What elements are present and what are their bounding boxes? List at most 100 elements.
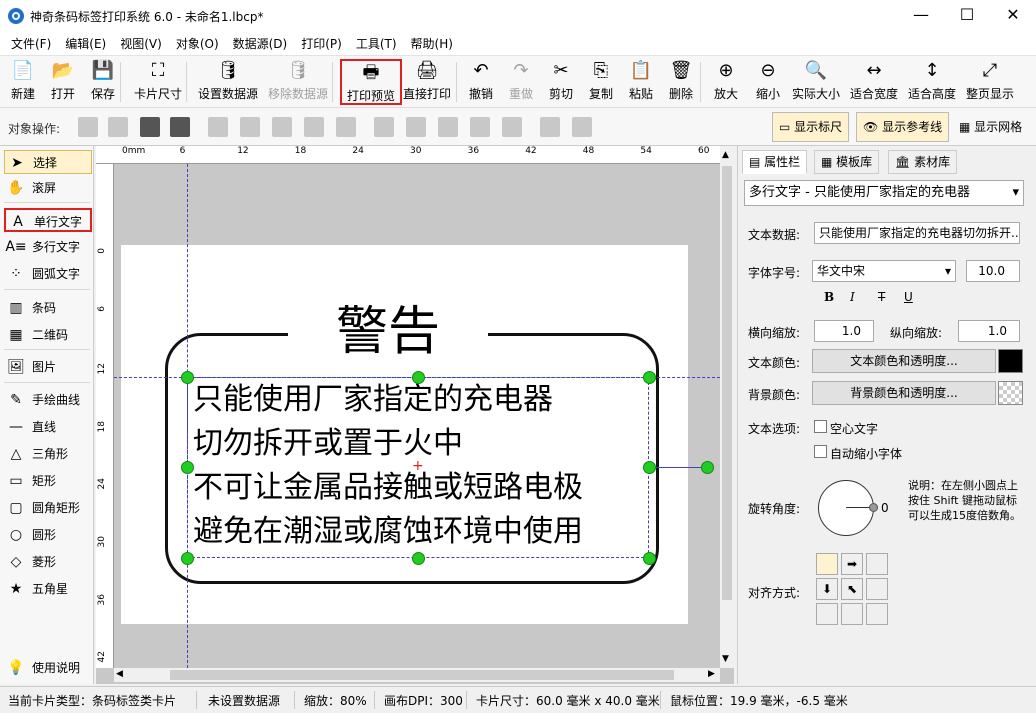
hscale-stepper[interactable]: 1.0 — [814, 320, 874, 342]
show-grid-toggle[interactable]: ▦ 显示网格 — [952, 112, 1029, 142]
align-top-icon[interactable] — [374, 117, 394, 137]
bg-color-button[interactable]: 背景颜色和透明度... — [812, 381, 996, 405]
open-button[interactable]: 📂 打开 — [46, 59, 80, 105]
paste-button[interactable]: 📋 粘贴 — [624, 59, 658, 105]
distribute-h-icon[interactable] — [304, 117, 324, 137]
align-left-icon[interactable] — [208, 117, 228, 137]
tool-line[interactable]: — 直线 — [4, 415, 92, 439]
tool-hand[interactable]: ✋ 滚屏 — [4, 176, 92, 200]
tool-pen[interactable]: ✎ 手绘曲线 — [4, 388, 92, 412]
actual-size-button[interactable]: 🔍 实际大小 — [788, 59, 844, 105]
text-color-swatch[interactable] — [998, 349, 1023, 373]
show-guides-toggle[interactable]: 👁 显示参考线 — [856, 112, 950, 142]
menu-view[interactable]: 视图(V) — [113, 32, 169, 55]
scroll-left-icon[interactable]: ◀ — [116, 669, 123, 679]
group-icon[interactable] — [540, 117, 560, 137]
distribute-spacing-icon[interactable] — [336, 117, 356, 137]
center-vertical-icon[interactable] — [502, 117, 522, 137]
tool-multi-line-text[interactable]: A≡ 多行文字 — [4, 235, 92, 259]
layer-bottom-icon[interactable] — [170, 117, 190, 137]
tool-image[interactable]: 🖼 图片 — [4, 355, 92, 379]
align-bottom-right[interactable] — [866, 603, 888, 625]
scroll-up-icon[interactable]: ▲ — [722, 150, 729, 160]
resize-handle-n[interactable] — [412, 371, 425, 384]
italic-button[interactable]: I — [850, 290, 855, 304]
tool-rounded-rectangle[interactable]: ▢ 圆角矩形 — [4, 496, 92, 520]
text-color-button[interactable]: 文本颜色和透明度... — [812, 349, 996, 373]
align-top-center[interactable]: ➡ — [841, 553, 863, 575]
delete-button[interactable]: 🗑 删除 — [664, 59, 698, 105]
tool-lightbulb[interactable]: 💡 使用说明 — [4, 656, 92, 680]
show-ruler-toggle[interactable]: ▭ 显示标尺 — [772, 112, 850, 142]
fit-height-button[interactable]: ↕ 适合高度 — [904, 59, 960, 105]
menu-edit[interactable]: 编辑(E) — [58, 32, 113, 55]
align-bottom-left[interactable] — [816, 603, 838, 625]
copy-button[interactable]: ⎘ 复制 — [584, 59, 618, 105]
database-button[interactable]: 🛢 设置数据源 — [194, 59, 262, 105]
scroll-down-icon[interactable]: ▼ — [722, 654, 729, 664]
resize-handle-nw[interactable] — [181, 371, 194, 384]
maximize-button[interactable]: ☐ — [944, 0, 990, 32]
layer-forward-icon[interactable] — [78, 117, 98, 137]
align-bottom-center[interactable] — [841, 603, 863, 625]
warning-title-text[interactable]: 警告 — [288, 300, 488, 364]
font-family-select[interactable]: 华文中宋 ▾ — [812, 260, 956, 282]
underline-button[interactable]: U — [904, 290, 913, 304]
vertical-scroll-thumb[interactable] — [722, 166, 732, 600]
tool-triangle[interactable]: △ 三角形 — [4, 442, 92, 466]
tool-rectangle[interactable]: ▭ 矩形 — [4, 469, 92, 493]
menu-print[interactable]: 打印(P) — [294, 32, 349, 55]
menu-tools[interactable]: 工具(T) — [349, 32, 404, 55]
resize-handle-e[interactable] — [643, 461, 656, 474]
rotation-handle[interactable] — [701, 461, 714, 474]
menu-datasource[interactable]: 数据源(D) — [226, 32, 295, 55]
tool-star[interactable]: ★ 五角星 — [4, 577, 92, 601]
bg-color-swatch[interactable] — [998, 381, 1023, 405]
align-middle-right[interactable] — [866, 578, 888, 600]
align-middle-center[interactable]: ⬉ — [841, 578, 863, 600]
vscale-stepper[interactable]: 1.0 — [958, 320, 1020, 342]
tab-properties[interactable]: ▤ 属性栏 — [742, 150, 808, 174]
menu-object[interactable]: 对象(O) — [169, 32, 226, 55]
align-bottom-icon[interactable] — [438, 117, 458, 137]
new-file-button[interactable]: 📄 新建 — [6, 59, 40, 105]
tool-barcode[interactable]: ▥ 条码 — [4, 296, 92, 320]
bold-button[interactable]: B — [824, 290, 834, 304]
resize-handle-s[interactable] — [412, 552, 425, 565]
hollow-text-checkbox[interactable] — [814, 420, 827, 433]
rotation-knob[interactable] — [869, 503, 878, 512]
scroll-right-icon[interactable]: ▶ — [708, 669, 715, 679]
tab-assets[interactable]: 🏛 素材库 — [888, 150, 958, 174]
undo-button[interactable]: ↶ 撤销 — [464, 59, 498, 105]
minimize-button[interactable]: — — [898, 0, 944, 32]
fit-page-button[interactable]: ⤢ 整页显示 — [962, 59, 1018, 105]
tool-circle[interactable]: ○ 圆形 — [4, 523, 92, 547]
tool-diamond[interactable]: ◇ 菱形 — [4, 550, 92, 574]
resize-handle-se[interactable] — [643, 552, 656, 565]
layer-backward-icon[interactable] — [108, 117, 128, 137]
align-middle-left[interactable]: ⬇ — [816, 578, 838, 600]
resize-handle-ne[interactable] — [643, 371, 656, 384]
ungroup-icon[interactable] — [572, 117, 592, 137]
horizontal-scroll-thumb[interactable] — [170, 670, 674, 680]
tool-single-line-text[interactable]: A 单行文字 — [4, 208, 92, 232]
tab-templates[interactable]: ▦ 模板库 — [814, 150, 880, 174]
menu-help[interactable]: 帮助(H) — [404, 32, 460, 55]
tool-pointer[interactable]: ➤ 选择 — [4, 150, 92, 174]
rotation-dial[interactable] — [818, 480, 874, 536]
card-size-button[interactable]: ⛶ 卡片尺寸 — [130, 59, 186, 105]
text-data-field[interactable]: 只能使用厂家指定的充电器切勿拆开... — [814, 222, 1020, 244]
distribute-v-icon[interactable] — [470, 117, 490, 137]
resize-handle-sw[interactable] — [181, 552, 194, 565]
save-button[interactable]: 💾 保存 — [86, 59, 120, 105]
resize-handle-w[interactable] — [181, 461, 194, 474]
align-center-icon[interactable] — [240, 117, 260, 137]
tool-arc-text[interactable]: ⁘ 圆弧文字 — [4, 262, 92, 286]
align-right-icon[interactable] — [272, 117, 292, 137]
fit-width-button[interactable]: ↔ 适合宽度 — [846, 59, 902, 105]
print-preview-button[interactable]: 🖶 打印预览 — [340, 59, 402, 105]
object-select[interactable]: 多行文字 - 只能使用厂家指定的充电器 ▾ — [744, 180, 1024, 206]
zoom-in-button[interactable]: ⊕ 放大 — [708, 59, 744, 105]
align-top-right[interactable] — [866, 553, 888, 575]
cut-button[interactable]: ✂ 剪切 — [544, 59, 578, 105]
